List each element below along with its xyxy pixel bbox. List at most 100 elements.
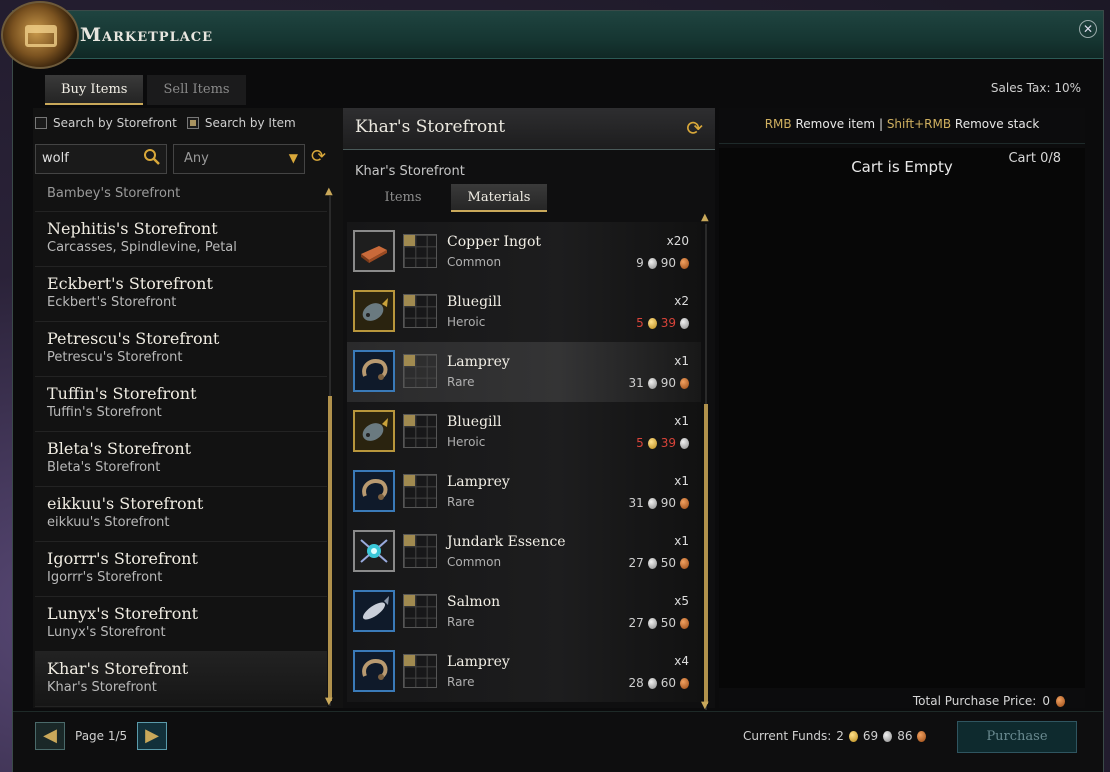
item-quantity: x1 (674, 354, 689, 368)
next-page-button[interactable]: ▶ (137, 722, 167, 750)
storefront-list-item[interactable]: Petrescu's Storefront Petrescu's Storefro… (35, 322, 327, 377)
item-row[interactable]: Bluegill Heroic x1 5 39 (347, 402, 701, 462)
item-rarity: Rare (447, 615, 475, 629)
price-amount: 39 (660, 436, 676, 450)
scroll-down-icon[interactable]: ▼ (325, 696, 333, 707)
previous-page-button[interactable]: ◀ (35, 722, 65, 750)
close-button[interactable]: ✕ (1079, 20, 1097, 38)
silver-coin-icon (647, 377, 657, 389)
bluegill-fish-icon[interactable] (353, 290, 395, 332)
item-quantity: x1 (674, 474, 689, 488)
storefront-list-item[interactable]: Igorrr's Storefront Igorrr's Storefront (35, 542, 327, 597)
window-header: Marketplace ✕ (13, 11, 1103, 59)
storefront-name: Khar's Storefront (47, 659, 189, 678)
scrollbar-thumb[interactable] (328, 396, 332, 701)
item-list-scrollbar[interactable]: ▲ ▼ (701, 212, 709, 711)
scroll-up-icon[interactable]: ▲ (325, 186, 333, 197)
jundark-essence-icon[interactable] (353, 530, 395, 572)
lamprey-icon[interactable] (353, 650, 395, 692)
silver-coin-icon (647, 617, 657, 629)
lamprey-icon[interactable] (353, 470, 395, 512)
storefront-list-item[interactable]: Bleta's Storefront Bleta's Storefront (35, 432, 327, 487)
copper-coin-icon (680, 497, 689, 509)
gold-coin-icon (848, 730, 858, 742)
item-row[interactable]: Lamprey Rare x4 28 60 (347, 642, 701, 702)
category-filter-value: Any (184, 151, 209, 166)
storefront-tabs: Items Materials (355, 184, 547, 212)
search-by-item-option[interactable]: Search by Item (186, 116, 296, 130)
storefront-list-item[interactable]: Lunyx's Storefront Lunyx's Storefront (35, 597, 327, 652)
purchase-button[interactable]: Purchase (957, 721, 1077, 753)
storefront-description: Igorrr's Storefront (47, 570, 163, 585)
cart-drop-area[interactable] (719, 148, 1085, 688)
storefront-panel: Khar's Storefront ⟳ Khar's Storefront It… (343, 108, 715, 711)
copper-coin-icon (680, 257, 689, 269)
silver-coin-icon (680, 437, 689, 449)
scroll-up-icon[interactable]: ▲ (701, 212, 709, 223)
item-row[interactable]: Lamprey Rare x1 31 90 (347, 462, 701, 522)
inventory-grid-icon (403, 354, 437, 388)
item-name: Lamprey (447, 354, 510, 370)
item-quantity: x1 (674, 534, 689, 548)
cart-count: Cart 0/8 (1008, 151, 1061, 166)
item-price: 27 50 (628, 556, 689, 570)
tab-items[interactable]: Items (355, 184, 451, 212)
copper-coin-icon (1056, 695, 1065, 707)
salmon-icon[interactable] (353, 590, 395, 632)
item-list: Copper Ingot Common x20 9 90 Bluegill Heroic x2… (347, 222, 701, 708)
item-price: 9 90 (636, 256, 689, 270)
item-quantity: x1 (674, 414, 689, 428)
item-rarity: Rare (447, 495, 475, 509)
tab-sell-items[interactable]: Sell Items (147, 75, 246, 105)
storefront-name: Nephitis's Storefront (47, 219, 218, 238)
lamprey-icon[interactable] (353, 350, 395, 392)
storefront-list-item[interactable]: Tuffin's Storefront Tuffin's Storefront (35, 377, 327, 432)
storefront-description: Tuffin's Storefront (47, 405, 162, 420)
search-by-storefront-option[interactable]: Search by Storefront (35, 116, 177, 130)
page-indicator: Page 1/5 (75, 729, 128, 743)
storefront-header: Khar's Storefront ⟳ (343, 108, 715, 150)
search-icon[interactable] (143, 148, 161, 166)
storefront-description: Petrescu's Storefront (47, 350, 183, 365)
silver-coin-icon (647, 557, 657, 569)
inventory-grid-icon (403, 534, 437, 568)
storefront-search-panel: Search by Storefront Search by Item wolf… (33, 108, 343, 708)
bluegill-fish-icon[interactable] (353, 410, 395, 452)
price-amount: 28 (628, 676, 644, 690)
price-amount: 5 (636, 316, 644, 330)
scrollbar-thumb[interactable] (704, 404, 708, 704)
item-name: Copper Ingot (447, 234, 542, 250)
item-name: Salmon (447, 594, 501, 610)
storefront-list-item[interactable]: Bambey's Storefront (35, 182, 327, 212)
price-amount: 5 (636, 436, 644, 450)
storefront-description: Eckbert's Storefront (47, 295, 177, 310)
tab-materials[interactable]: Materials (451, 184, 547, 212)
item-quantity: x4 (674, 654, 689, 668)
search-by-item-checkbox[interactable] (186, 117, 199, 129)
item-row[interactable]: Salmon Rare x5 27 50 (347, 582, 701, 642)
item-price: 27 50 (628, 616, 689, 630)
tab-buy-items[interactable]: Buy Items (45, 75, 144, 105)
storefront-list-scrollbar[interactable]: ▲ ▼ (325, 186, 333, 707)
copper-ingot-icon[interactable] (353, 230, 395, 272)
search-by-storefront-checkbox[interactable] (35, 117, 47, 129)
silver-coin-icon (647, 257, 657, 269)
storefront-list-item[interactable]: Nephitis's Storefront Carcasses, Spindlev… (35, 212, 327, 267)
category-filter-select[interactable]: Any ▼ (173, 144, 305, 174)
refresh-search-icon[interactable]: ⟳ (311, 146, 326, 167)
item-row[interactable]: Copper Ingot Common x20 9 90 (347, 222, 701, 282)
storefront-list-item[interactable]: Khar's Storefront Khar's Storefront (35, 652, 327, 707)
storefront-list-item[interactable]: eikkuu's Storefront eikkuu's Storefront (35, 487, 327, 542)
item-row[interactable]: Bluegill Heroic x2 5 39 (347, 282, 701, 342)
item-rarity: Rare (447, 675, 475, 689)
item-row[interactable]: Lamprey Rare x1 31 90 (347, 342, 701, 402)
buy-sell-tabs: Buy Items Sell Items (45, 75, 246, 107)
search-mode-options: Search by Storefront Search by Item (35, 116, 296, 130)
scroll-down-icon[interactable]: ▼ (701, 700, 709, 711)
inventory-grid-icon (403, 234, 437, 268)
storefront-list-item[interactable]: Eckbert's Storefront Eckbert's Storefront (35, 267, 327, 322)
refresh-storefront-icon[interactable]: ⟳ (686, 116, 703, 140)
storefront-name: eikkuu's Storefront (47, 494, 204, 513)
item-row[interactable]: Jundark Essence Common x1 27 50 (347, 522, 701, 582)
price-amount: 31 (628, 376, 644, 390)
